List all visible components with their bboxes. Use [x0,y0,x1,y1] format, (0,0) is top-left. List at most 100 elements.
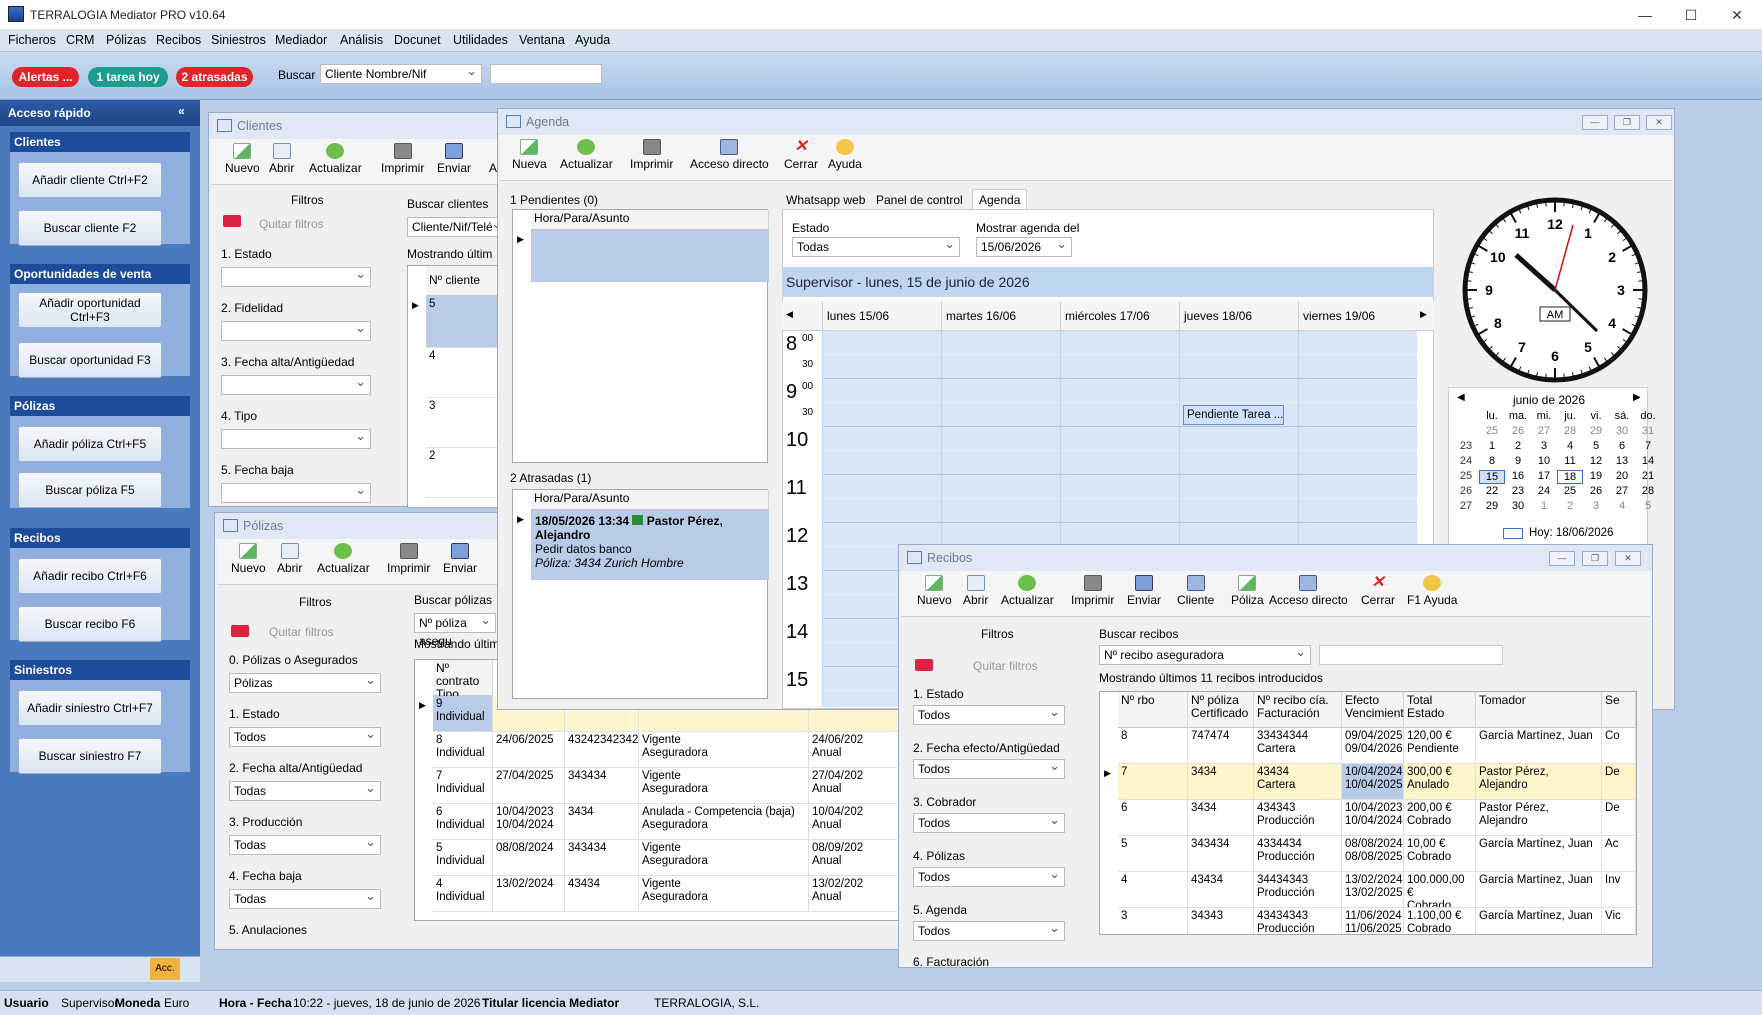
clientes-filter-fidelidad[interactable] [221,319,371,341]
time-slot[interactable] [822,475,941,499]
calendar-day[interactable]: 21 [1635,470,1661,482]
time-slot[interactable] [1060,403,1179,427]
agenda-new-button[interactable]: Nueva [512,139,547,171]
time-slot[interactable] [1179,355,1298,379]
time-slot[interactable] [1179,331,1298,355]
calendar-day[interactable]: 29 [1479,500,1505,512]
menu-siniestros[interactable]: Siniestros [211,33,266,47]
recibos-filter5[interactable]: Todos [913,919,1065,941]
calendar-day[interactable]: 25 [1479,425,1505,437]
time-slot[interactable] [941,379,1060,403]
next-week-button[interactable]: ▶ [1420,309,1427,320]
time-slot[interactable] [1298,355,1417,379]
table-row[interactable]: 4 Individual [433,876,493,912]
late-col[interactable]: Hora/Para/Asunto [531,490,769,510]
polizas-clear-filters[interactable]: Quitar filtros [269,625,334,639]
time-slot[interactable] [941,331,1060,355]
add-opportunity-button[interactable]: Añadir oportunidad Ctrl+F3 [18,292,162,328]
recibos-search-input[interactable] [1319,645,1503,665]
table-row[interactable]: 6 [1118,800,1188,836]
agenda-restore-button[interactable]: ❐ [1614,115,1640,130]
calendar-day[interactable]: 13 [1609,455,1635,467]
prev-week-button[interactable]: ◀ [786,309,793,320]
recibos-restore-button[interactable]: ❐ [1582,551,1608,566]
tab-panel-control[interactable]: Panel de control [876,193,963,207]
add-policy-button[interactable]: Añadir póliza Ctrl+F5 [18,426,162,462]
calendar-day[interactable]: 16 [1505,470,1531,482]
polizas-filter0[interactable]: Pólizas [229,671,381,693]
recibos-refresh-button[interactable]: Actualizar [1001,575,1054,607]
calendar-day[interactable]: 9 [1505,455,1531,467]
calendar-day[interactable]: 11 [1557,455,1583,467]
menu-ventana[interactable]: Ventana [519,33,565,47]
calendar-day[interactable]: 30 [1609,425,1635,437]
calendar-day[interactable]: 26 [1505,425,1531,437]
menu-crm[interactable]: CRM [66,33,94,47]
recibos-search-select[interactable]: Nº recibo aseguradora [1099,643,1311,665]
clientes-filter-alta[interactable] [221,373,371,395]
time-slot[interactable] [1179,475,1298,499]
time-slot[interactable] [822,379,941,403]
add-receipt-button[interactable]: Añadir recibo Ctrl+F6 [18,558,162,594]
polizas-col-contract[interactable]: Nº contrato Tipo [433,660,493,701]
table-row[interactable]: 9 Individual [433,696,493,732]
recibos-clear-filters[interactable]: Quitar filtros [973,659,1038,673]
calendar-day[interactable]: 2 [1505,440,1531,452]
calendar-day[interactable]: 27 [1531,425,1557,437]
table-row[interactable]: 5 [1118,836,1188,872]
calendar-day[interactable]: 19 [1583,470,1609,482]
calendar-day[interactable]: 3 [1531,440,1557,452]
clientes-filter-tipo[interactable] [221,427,371,449]
calendar-day[interactable]: 17 [1531,470,1557,482]
tasks-today-button[interactable]: 1 tarea hoy [88,67,168,87]
recibos-help-button[interactable]: F1 Ayuda [1407,575,1457,607]
add-client-button[interactable]: Añadir cliente Ctrl+F2 [18,162,162,198]
calendar-day[interactable]: 5 [1635,500,1661,512]
time-slot[interactable] [1060,475,1179,499]
calendar-day[interactable]: 25 [1557,485,1583,497]
agenda-shortcut-button[interactable]: Acceso directo [690,139,769,171]
menu-docunet[interactable]: Docunet [394,33,441,47]
time-slot[interactable] [822,331,941,355]
late-tasks-button[interactable]: 2 atrasadas [176,67,253,87]
time-slot[interactable] [941,355,1060,379]
calendar-day[interactable]: 31 [1635,425,1661,437]
calendar-day[interactable]: 1 [1531,500,1557,512]
day-column-header[interactable]: lunes 15/06 [822,301,941,331]
recibos-col-header[interactable]: Nº recibo cía. Facturación [1254,692,1342,728]
calendar-day[interactable]: 12 [1583,455,1609,467]
clientes-open-button[interactable]: Abrir [269,143,294,175]
time-slot[interactable] [1060,331,1179,355]
menu-mediador[interactable]: Mediador [275,33,327,47]
menu-polizas[interactable]: Pólizas [106,33,146,47]
table-row[interactable]: 6 Individual [433,804,493,840]
time-slot[interactable] [941,451,1060,475]
time-slot[interactable] [1298,451,1417,475]
search-input[interactable] [490,64,602,84]
time-slot[interactable] [1298,379,1417,403]
time-slot[interactable] [1298,403,1417,427]
calendar-day[interactable]: 15 [1479,470,1505,484]
agenda-close-tb-button[interactable]: ✕ Cerrar [784,139,818,172]
polizas-send-button[interactable]: Enviar [443,543,477,575]
day-column-header[interactable]: viernes 19/06 [1298,301,1417,331]
clientes-new-button[interactable]: Nuevo [225,143,260,175]
time-slot[interactable] [1060,379,1179,403]
clientes-filter-baja[interactable] [221,481,371,503]
calendar-day[interactable]: 5 [1583,440,1609,452]
calendar-day[interactable]: 27 [1609,485,1635,497]
estado-select[interactable]: Todas [792,235,960,257]
calendar-day[interactable]: 6 [1609,440,1635,452]
calendar-day[interactable]: 29 [1583,425,1609,437]
clientes-clear-filters[interactable]: Quitar filtros [259,217,324,231]
time-slot[interactable] [822,499,941,523]
table-row[interactable]: 4 [1118,872,1188,908]
time-slot[interactable] [941,499,1060,523]
maximize-button[interactable]: ☐ [1668,0,1714,30]
recibos-new-button[interactable]: Nuevo [917,575,952,607]
calendar-today[interactable]: Hoy: 18/06/2026 [1529,527,1613,539]
polizas-filter4[interactable]: Todas [229,887,381,909]
add-claim-button[interactable]: Añadir siniestro Ctrl+F7 [18,690,162,726]
calendar-day[interactable]: 22 [1479,485,1505,497]
agenda-event[interactable]: Pendiente Tarea ... [1183,405,1284,425]
